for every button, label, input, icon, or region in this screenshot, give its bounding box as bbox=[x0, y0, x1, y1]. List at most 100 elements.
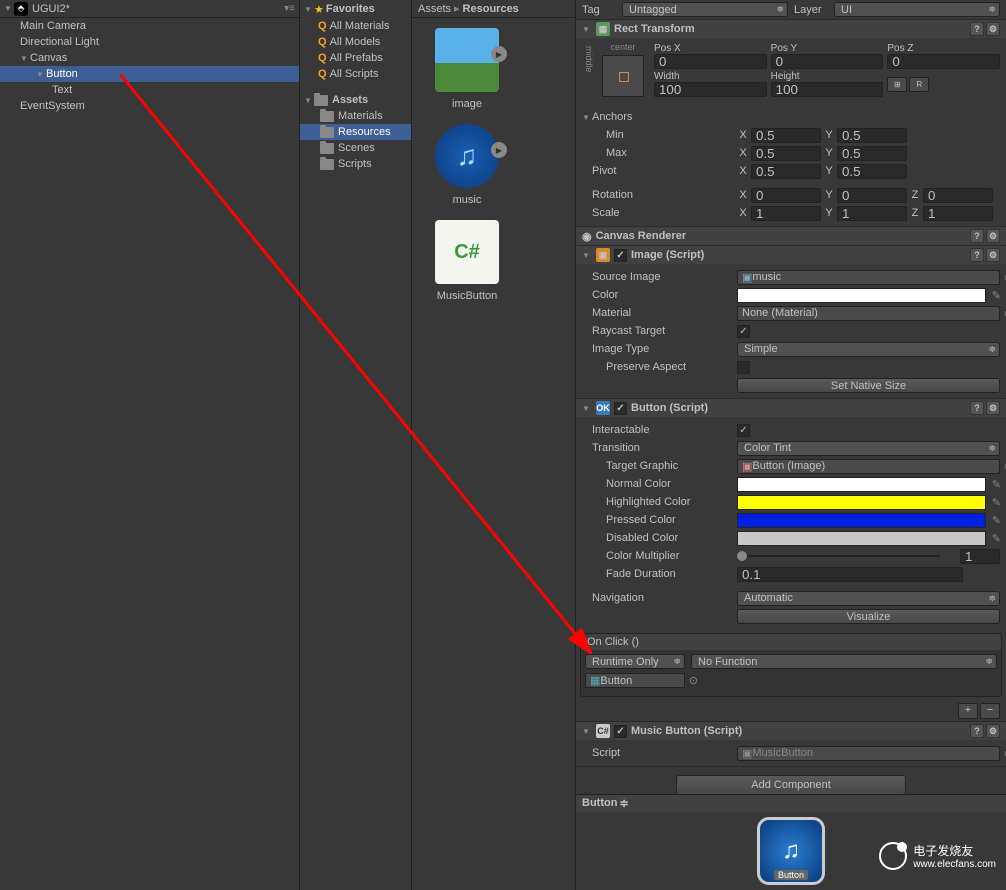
hierarchy-menu-icon[interactable]: ▾≡ bbox=[284, 3, 295, 14]
preserve-aspect-checkbox[interactable] bbox=[737, 361, 750, 374]
anchor-min-x[interactable] bbox=[751, 128, 821, 143]
play-badge-icon: ▶ bbox=[491, 46, 507, 62]
visualize-button[interactable]: Visualize bbox=[737, 609, 1000, 624]
script-field[interactable]: ▣MusicButton bbox=[737, 746, 1000, 761]
gear-icon[interactable]: ⚙ bbox=[986, 229, 1000, 243]
asset-image[interactable]: ▶ image bbox=[422, 28, 512, 110]
posx-input[interactable] bbox=[654, 54, 767, 69]
material-field[interactable]: None (Material) bbox=[737, 306, 1000, 321]
raw-edit-mode[interactable]: R bbox=[909, 77, 929, 92]
hier-main-camera[interactable]: Main Camera bbox=[0, 18, 299, 34]
pivot-x[interactable] bbox=[751, 164, 821, 179]
interactable-checkbox[interactable] bbox=[737, 424, 750, 437]
folder-scripts[interactable]: Scripts bbox=[300, 156, 411, 172]
posy-input[interactable] bbox=[771, 54, 884, 69]
hier-directional-light[interactable]: Directional Light bbox=[0, 34, 299, 50]
asset-music[interactable]: ♫▶ music bbox=[422, 124, 512, 206]
help-icon[interactable]: ? bbox=[970, 22, 984, 36]
disabled-color[interactable] bbox=[737, 531, 986, 546]
search-icon: Q bbox=[318, 20, 327, 32]
target-graphic-field[interactable]: ▣Button (Image) bbox=[737, 459, 1000, 474]
hier-eventsystem[interactable]: EventSystem bbox=[0, 98, 299, 114]
folder-resources[interactable]: Resources bbox=[300, 124, 411, 140]
folder-scenes[interactable]: Scenes bbox=[300, 140, 411, 156]
posz-input[interactable] bbox=[887, 54, 1000, 69]
asset-musicbutton[interactable]: C# MusicButton bbox=[422, 220, 512, 302]
runtime-dropdown[interactable]: Runtime Only bbox=[585, 654, 685, 669]
assets-root[interactable]: ▼Assets bbox=[300, 92, 411, 108]
star-icon: ★ bbox=[314, 3, 324, 16]
help-icon[interactable]: ? bbox=[970, 401, 984, 415]
eye-icon: ◉ bbox=[582, 230, 592, 243]
highlighted-color[interactable] bbox=[737, 495, 986, 510]
hier-canvas[interactable]: ▼Canvas bbox=[0, 50, 299, 66]
folder-icon bbox=[314, 95, 328, 106]
watermark: 电子发烧友www.elecfans.com bbox=[879, 842, 996, 870]
rot-x[interactable] bbox=[751, 188, 821, 203]
folder-icon bbox=[320, 159, 334, 170]
anchor-max-y[interactable] bbox=[837, 146, 907, 161]
normal-color[interactable] bbox=[737, 477, 986, 492]
hier-text[interactable]: Text bbox=[0, 82, 299, 98]
scale-z[interactable] bbox=[923, 206, 993, 221]
gear-icon[interactable]: ⚙ bbox=[986, 401, 1000, 415]
favorites-header: Favorites bbox=[326, 3, 375, 15]
search-icon: Q bbox=[318, 36, 327, 48]
anchor-preset[interactable] bbox=[602, 55, 644, 97]
tag-dropdown[interactable]: Untagged bbox=[622, 2, 788, 17]
anchor-min-y[interactable] bbox=[837, 128, 907, 143]
blueprint-mode[interactable]: ⊞ bbox=[887, 77, 907, 92]
color-multiplier-slider[interactable] bbox=[737, 549, 960, 563]
image-thumb: ▶ bbox=[435, 28, 499, 92]
musicbutton-enabled[interactable] bbox=[614, 725, 627, 738]
folder-icon bbox=[320, 127, 334, 138]
rot-z[interactable] bbox=[923, 188, 993, 203]
onclick-object-field[interactable]: ▦Button bbox=[585, 673, 685, 688]
button-title: Button (Script) bbox=[631, 402, 708, 414]
layer-dropdown[interactable]: UI bbox=[834, 2, 1000, 17]
gear-icon[interactable]: ⚙ bbox=[986, 248, 1000, 262]
rot-y[interactable] bbox=[837, 188, 907, 203]
remove-event-button[interactable]: − bbox=[980, 703, 1000, 719]
raycast-checkbox[interactable] bbox=[737, 325, 750, 338]
add-component-button[interactable]: Add Component bbox=[676, 775, 906, 795]
button-enabled[interactable] bbox=[614, 402, 627, 415]
fade-duration-input[interactable] bbox=[737, 567, 963, 582]
canvas-renderer-title: Canvas Renderer bbox=[596, 230, 687, 242]
scale-y[interactable] bbox=[837, 206, 907, 221]
help-icon[interactable]: ? bbox=[970, 229, 984, 243]
image-enabled[interactable] bbox=[614, 249, 627, 262]
help-icon[interactable]: ? bbox=[970, 724, 984, 738]
fav-all-models[interactable]: QAll Models bbox=[300, 34, 411, 50]
hier-button[interactable]: ▼Button bbox=[0, 66, 299, 82]
rect-foldout[interactable]: ▼ bbox=[582, 25, 592, 34]
breadcrumb[interactable]: Assets▸Resources bbox=[412, 0, 575, 18]
gear-icon[interactable]: ⚙ bbox=[986, 22, 1000, 36]
image-type-dropdown[interactable]: Simple bbox=[737, 342, 1000, 357]
help-icon[interactable]: ? bbox=[970, 248, 984, 262]
play-badge-icon: ▶ bbox=[491, 142, 507, 158]
image-color[interactable] bbox=[737, 288, 986, 303]
transition-dropdown[interactable]: Color Tint bbox=[737, 441, 1000, 456]
fav-all-materials[interactable]: QAll Materials bbox=[300, 18, 411, 34]
gear-icon[interactable]: ⚙ bbox=[986, 724, 1000, 738]
width-input[interactable] bbox=[654, 82, 767, 97]
fav-all-prefabs[interactable]: QAll Prefabs bbox=[300, 50, 411, 66]
navigation-dropdown[interactable]: Automatic bbox=[737, 591, 1000, 606]
scene-foldout[interactable]: ▼ bbox=[4, 4, 14, 13]
fav-all-scripts[interactable]: QAll Scripts bbox=[300, 66, 411, 82]
scale-x[interactable] bbox=[751, 206, 821, 221]
add-event-button[interactable]: + bbox=[958, 703, 978, 719]
anchor-max-x[interactable] bbox=[751, 146, 821, 161]
pivot-y[interactable] bbox=[837, 164, 907, 179]
function-dropdown[interactable]: No Function bbox=[691, 654, 997, 669]
preview-music-icon: ♫Button bbox=[757, 817, 825, 885]
layer-label: Layer bbox=[794, 4, 828, 16]
unity-icon: ⬘ bbox=[14, 2, 28, 16]
folder-icon bbox=[320, 111, 334, 122]
height-input[interactable] bbox=[771, 82, 884, 97]
source-image-field[interactable]: ▣music bbox=[737, 270, 1000, 285]
pressed-color[interactable] bbox=[737, 513, 986, 528]
set-native-size-button[interactable]: Set Native Size bbox=[737, 378, 1000, 393]
folder-materials[interactable]: Materials bbox=[300, 108, 411, 124]
